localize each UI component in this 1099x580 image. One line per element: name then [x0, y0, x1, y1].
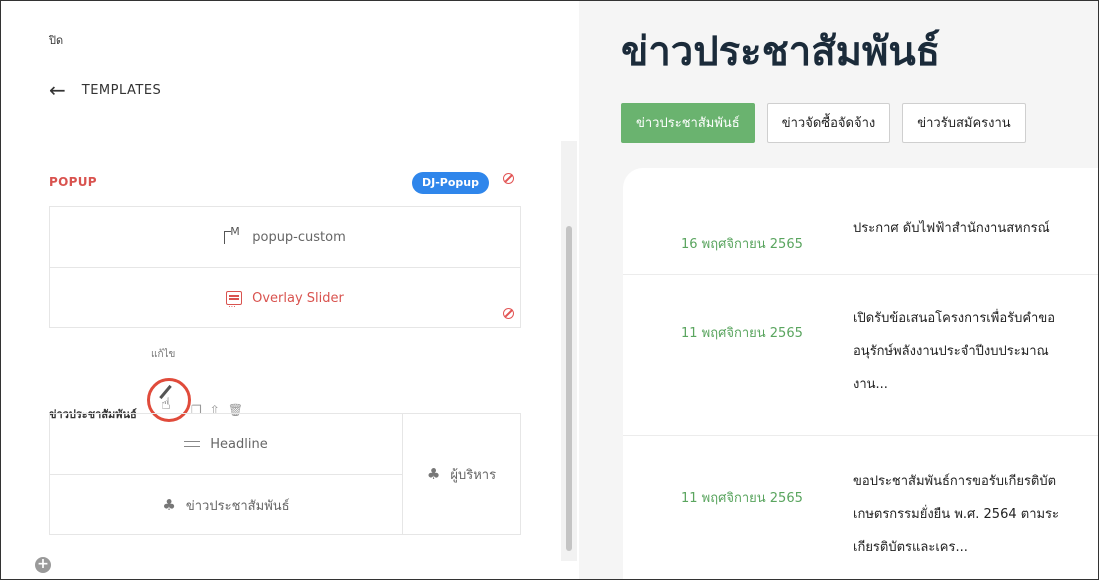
- tab-recruitment[interactable]: ข่าวรับสมัครงาน: [902, 103, 1026, 143]
- news-line: อนุรักษ์พลังงานประจำปีงบประมาณ: [853, 344, 1049, 359]
- widget-icon: ♣: [426, 465, 441, 483]
- news-date: 11 พฤศจิกายน 2565: [681, 491, 803, 506]
- tab-public-relations[interactable]: ข่าวประชาสัมพันธ์: [621, 103, 755, 143]
- popup-item-popup-custom[interactable]: M popup-custom: [50, 207, 520, 267]
- m-template-icon: M: [224, 225, 242, 245]
- back-to-templates-button[interactable]: ← TEMPLATES: [49, 78, 162, 102]
- news-line: เปิดรับข้อเสนอโครงการเพื่อรับคำขอ: [853, 311, 1056, 326]
- disable-icon[interactable]: [503, 308, 514, 319]
- tab-procurement[interactable]: ข่าวจัดซื้อจัดจ้าง: [766, 103, 891, 143]
- scrollbar-thumb[interactable]: [566, 226, 572, 551]
- layout-item-label: ผู้บริหาร: [450, 467, 497, 483]
- hand-cursor-icon: ☝: [161, 394, 171, 413]
- news-line: เกียรติบัตรและเคร...: [853, 540, 968, 555]
- news-title[interactable]: เปิดรับข้อเสนอโครงการเพื่อรับคำขอ อนุรัก…: [853, 302, 1098, 401]
- page-title: ข่าวประชาสัมพันธ์: [621, 29, 941, 75]
- news-list-card: 16 พฤศจิกายน 2565 ประกาศ ดับไฟฟ้าสำนักงา…: [623, 168, 1098, 579]
- news-title[interactable]: ประกาศ ดับไฟฟ้าสำนักงานสหกรณ์: [853, 212, 1098, 245]
- lines-icon: [184, 441, 201, 447]
- page-preview-panel: ข่าวประชาสัมพันธ์ ข่าวประชาสัมพันธ์ ข่าว…: [579, 1, 1098, 579]
- popup-item-overlay-slider[interactable]: Overlay Slider: [50, 267, 520, 328]
- news-line: งาน...: [853, 377, 888, 392]
- news-tabs: ข่าวประชาสัมพันธ์ ข่าวจัดซื้อจัดจ้าง ข่า…: [621, 103, 1026, 143]
- arrow-left-icon: ←: [49, 78, 66, 102]
- popup-item-label: Overlay Slider: [252, 290, 344, 306]
- layout-item-executives[interactable]: ♣ ผู้บริหาร: [403, 414, 520, 534]
- news-line: เกษตรกรรมยั่งยืน พ.ศ. 2564 ตามระ: [853, 507, 1060, 522]
- widget-icon: ♣: [162, 496, 176, 514]
- template-editor-panel: ปิด ← TEMPLATES POPUP DJ-Popup M popup-c…: [1, 1, 579, 579]
- layout-item-label: ข่าวประชาสัมพันธ์: [185, 498, 290, 514]
- news-item[interactable]: 11 พฤศจิกายน 2565 ขอประชาสัมพันธ์การขอรั…: [623, 436, 1098, 579]
- app-window: ปิด ← TEMPLATES POPUP DJ-Popup M popup-c…: [0, 0, 1099, 580]
- back-label: TEMPLATES: [81, 82, 162, 98]
- news-date: 11 พฤศจิกายน 2565: [681, 326, 803, 341]
- layout-item-label: Headline: [210, 436, 268, 452]
- slider-icon: [226, 291, 243, 309]
- popup-item-list: M popup-custom Overlay Slider: [49, 206, 521, 328]
- edit-tooltip: แก้ไข: [151, 349, 176, 360]
- news-item[interactable]: 16 พฤศจิกายน 2565 ประกาศ ดับไฟฟ้าสำนักงา…: [623, 168, 1098, 275]
- close-button[interactable]: ปิด: [49, 31, 63, 49]
- news-line: ประกาศ ดับไฟฟ้าสำนักงานสหกรณ์: [853, 221, 1050, 236]
- dj-popup-badge[interactable]: DJ-Popup: [412, 172, 489, 194]
- layout-item-headline[interactable]: Headline: [50, 414, 402, 474]
- news-line: ขอประชาสัมพันธ์การขอรับเกียรติบัต: [853, 474, 1057, 489]
- news-item[interactable]: 11 พฤศจิกายน 2565 เปิดรับข้อเสนอโครงการเ…: [623, 275, 1098, 436]
- disable-icon[interactable]: [503, 173, 514, 184]
- news-title[interactable]: ขอประชาสัมพันธ์การขอรับเกียรติบัต เกษตรก…: [853, 465, 1098, 564]
- news-date: 16 พฤศจิกายน 2565: [681, 237, 803, 252]
- news-section-layout: Headline ♣ ข่าวประชาสัมพันธ์ ♣ ผู้บริหาร: [49, 413, 521, 535]
- popup-item-label: popup-custom: [252, 229, 346, 245]
- layout-item-news[interactable]: ♣ ข่าวประชาสัมพันธ์: [50, 474, 402, 535]
- add-section-button[interactable]: +: [35, 557, 51, 573]
- popup-section-title: POPUP: [49, 175, 97, 189]
